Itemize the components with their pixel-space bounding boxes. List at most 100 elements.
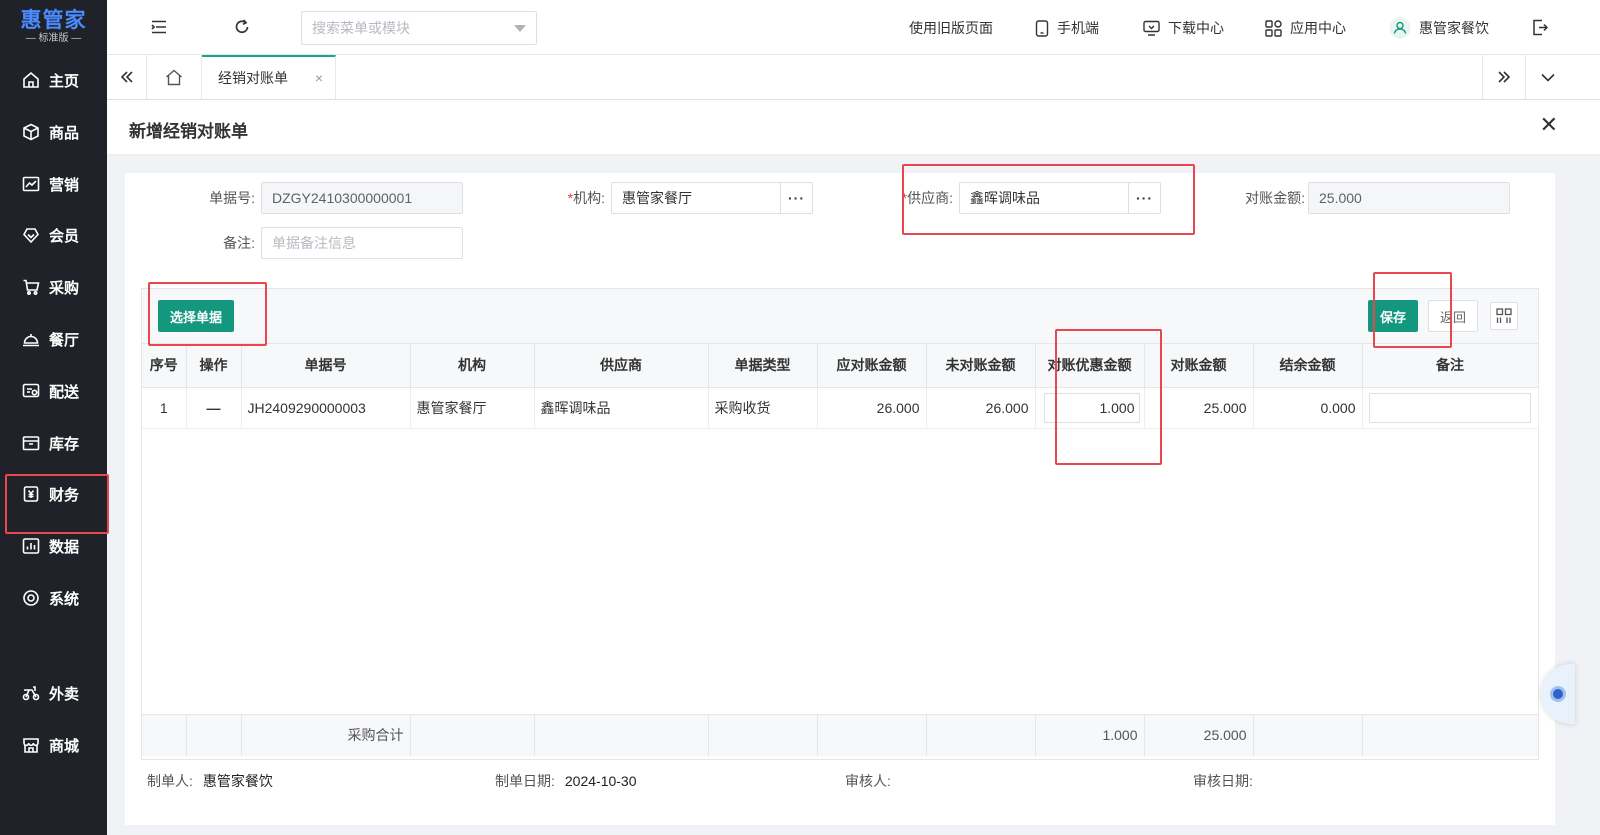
sidebar-item-label: 财务 xyxy=(49,486,80,504)
row-due-amount: 26.000 xyxy=(817,387,927,429)
save-button[interactable]: 保存 xyxy=(1368,300,1418,332)
sidebar-item-label: 外卖 xyxy=(49,685,80,703)
sidebar-item-mall[interactable]: 商城 xyxy=(0,723,107,767)
scooter-icon xyxy=(22,684,40,702)
row-index: 1 xyxy=(142,387,187,429)
cube-icon xyxy=(22,123,40,141)
col-header[interactable]: 备注 xyxy=(1362,344,1539,388)
sidebar-item-label: 采购 xyxy=(49,279,80,297)
col-header[interactable]: 供应商 xyxy=(534,344,709,388)
download-center-label: 下载中心 xyxy=(1168,20,1224,36)
doc-no-value: DZGY2410300000001 xyxy=(272,190,413,206)
old-version-link[interactable]: 使用旧版页面 xyxy=(909,17,993,39)
cart-icon xyxy=(22,278,40,296)
chart-icon xyxy=(22,175,40,193)
sidebar-item-products[interactable]: 商品 xyxy=(0,110,107,154)
apps-icon xyxy=(1265,19,1282,37)
sidebar-item-members[interactable]: 会员 xyxy=(0,213,107,257)
col-header[interactable]: 机构 xyxy=(410,344,535,388)
user-menu[interactable]: 惠管家餐饮 xyxy=(1389,17,1489,39)
org-picker-button[interactable]: ··· xyxy=(780,183,812,213)
chevron-down-icon[interactable] xyxy=(514,25,526,32)
supplier-value: 鑫晖调味品 xyxy=(970,190,1040,206)
delete-row-button[interactable]: — xyxy=(186,387,242,429)
app-center-link[interactable]: 应用中心 xyxy=(1265,17,1346,39)
row-type: 采购收货 xyxy=(708,387,818,429)
tabs-scroll-left[interactable] xyxy=(107,55,147,99)
settings-icon xyxy=(22,589,40,607)
app-center-label: 应用中心 xyxy=(1290,20,1346,36)
page-title: 新增经销对账单 xyxy=(129,122,248,141)
col-header[interactable]: 对账优惠金额 xyxy=(1035,344,1145,388)
row-unpaid-amount: 26.000 xyxy=(926,387,1036,429)
remark-field[interactable] xyxy=(261,227,463,259)
col-header[interactable]: 单据类型 xyxy=(708,344,818,388)
sidebar-item-label: 库存 xyxy=(49,435,80,453)
col-header: 序号 xyxy=(142,344,187,388)
menu-search-input[interactable] xyxy=(312,20,502,36)
app-logo[interactable]: 惠管家 — 标准版 — xyxy=(0,0,107,54)
grid-toolbar: 选择单据 保存 返回 xyxy=(142,289,1538,344)
page-header: 新增经销对账单 ✕ xyxy=(107,100,1600,155)
org-field[interactable]: 惠管家餐厅 ··· xyxy=(611,182,813,214)
amount-label: 对账金额: xyxy=(1245,190,1305,206)
bar-chart-icon xyxy=(22,537,40,555)
row-remark-cell xyxy=(1362,387,1539,429)
sidebar-item-inventory[interactable]: 库存 xyxy=(0,421,107,465)
col-header[interactable]: 未对账金额 xyxy=(926,344,1036,388)
tabs-scroll-right[interactable] xyxy=(1482,55,1526,99)
tabs-dropdown[interactable] xyxy=(1526,55,1570,99)
menu-toggle-icon[interactable] xyxy=(149,17,169,37)
col-header[interactable]: 应对账金额 xyxy=(817,344,927,388)
sidebar-item-label: 配送 xyxy=(49,383,80,401)
supplier-label: *供应商: xyxy=(901,190,953,206)
logout-icon[interactable] xyxy=(1530,17,1550,37)
sidebar-item-data[interactable]: 数据 xyxy=(0,524,107,568)
tab-close-icon[interactable]: × xyxy=(315,70,323,86)
refresh-icon[interactable] xyxy=(232,17,252,37)
tab-home[interactable] xyxy=(147,55,202,99)
doc-no-link[interactable]: JH2409290000003 xyxy=(241,387,411,429)
col-header[interactable]: 单据号 xyxy=(241,344,411,388)
close-icon[interactable]: ✕ xyxy=(1540,114,1558,136)
sidebar-item-delivery[interactable]: 配送 xyxy=(0,369,107,413)
mobile-link[interactable]: 手机端 xyxy=(1035,17,1099,39)
supplier-field[interactable]: 鑫晖调味品 ··· xyxy=(959,182,1161,214)
create-date-info: 制单日期: 2024-10-30 xyxy=(495,773,637,789)
table-row: 1 — JH2409290000003 惠管家餐厅 鑫晖调味品 采购收货 26.… xyxy=(142,387,1539,429)
back-button[interactable]: 返回 xyxy=(1428,300,1478,332)
sidebar-item-marketing[interactable]: 营销 xyxy=(0,162,107,206)
menu-search-box[interactable] xyxy=(301,11,537,45)
assistant-icon xyxy=(1550,686,1566,702)
sidebar-item-purchase[interactable]: 采购 xyxy=(0,265,107,309)
row-remark-input[interactable] xyxy=(1368,392,1531,423)
sidebar-item-label: 主页 xyxy=(49,72,80,90)
remark-input[interactable] xyxy=(272,235,452,251)
select-docs-button[interactable]: 选择单据 xyxy=(158,300,234,332)
org-label: *机构: xyxy=(567,190,605,206)
grid-layout-icon xyxy=(1496,308,1512,323)
discount-input[interactable] xyxy=(1043,392,1140,423)
truck-icon xyxy=(22,382,40,400)
footer-total-label: 采购合计 xyxy=(241,714,411,756)
col-header[interactable]: 对账金额 xyxy=(1144,344,1254,388)
sidebar-item-restaurant[interactable]: 餐厅 xyxy=(0,317,107,361)
supplier-picker-button[interactable]: ··· xyxy=(1128,183,1160,213)
col-header[interactable]: 结余金额 xyxy=(1253,344,1363,388)
tab-reconciliation[interactable]: 经销对账单 × xyxy=(202,55,336,99)
mobile-label: 手机端 xyxy=(1057,20,1099,36)
sidebar-item-home[interactable]: 主页 xyxy=(0,58,107,102)
col-header: 操作 xyxy=(186,344,242,388)
store-icon xyxy=(22,736,40,754)
user-avatar-icon xyxy=(1389,17,1411,39)
row-discount-cell xyxy=(1035,387,1145,429)
sidebar-item-takeout[interactable]: 外卖 xyxy=(0,671,107,715)
sidebar-item-label: 会员 xyxy=(49,227,80,245)
amount-value: 25.000 xyxy=(1319,190,1362,206)
org-value: 惠管家餐厅 xyxy=(622,190,692,206)
grid-settings-button[interactable] xyxy=(1490,302,1518,330)
download-center-link[interactable]: 下载中心 xyxy=(1143,17,1224,39)
sidebar-item-finance[interactable]: 财务 xyxy=(0,472,107,516)
detail-grid: 选择单据 保存 返回 序号 操作 单据号 机构 供应商 单据类型 应对账金额 未… xyxy=(141,288,1539,760)
sidebar-item-system[interactable]: 系统 xyxy=(0,576,107,620)
